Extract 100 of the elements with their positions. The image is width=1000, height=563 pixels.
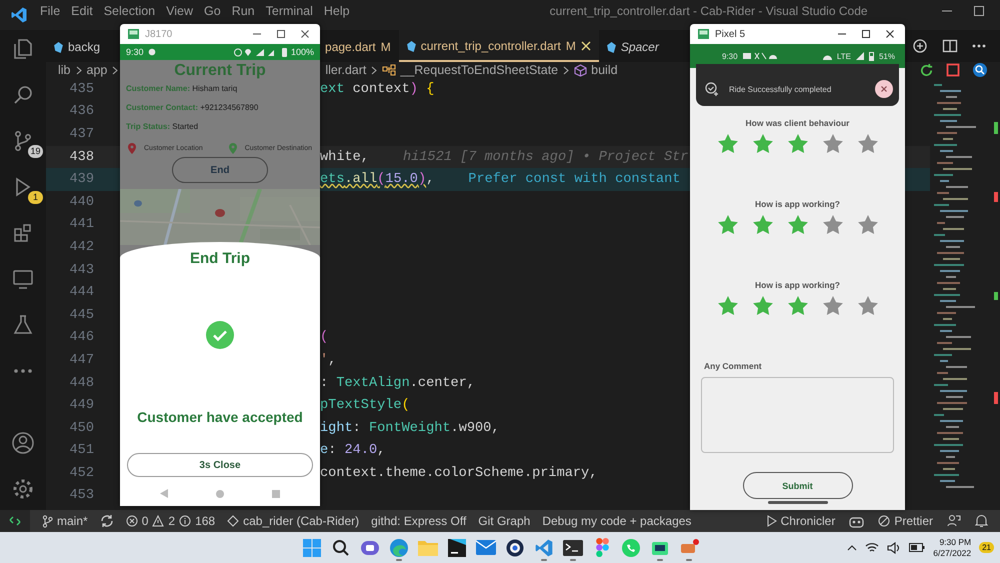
vscode-logo-icon[interactable] — [534, 538, 554, 558]
menu-item[interactable]: File — [40, 4, 60, 18]
menu-item[interactable]: Terminal — [266, 4, 313, 18]
dart-file-icon — [54, 42, 63, 52]
notification-count[interactable]: 21 — [979, 542, 994, 553]
close-button[interactable]: 3s Close — [127, 453, 313, 477]
volume-icon[interactable] — [887, 542, 902, 554]
star-icon[interactable] — [822, 296, 842, 315]
chevron-icon — [563, 66, 570, 74]
status-item[interactable]: Git Graph — [478, 514, 530, 528]
chevron-icon — [371, 66, 378, 74]
browser-icon[interactable] — [389, 538, 409, 558]
remote-button[interactable] — [0, 510, 30, 532]
comment-field[interactable] — [701, 377, 894, 453]
restart-icon[interactable] — [919, 62, 934, 78]
maximize-icon[interactable] — [276, 29, 286, 39]
stop-icon[interactable] — [946, 63, 960, 77]
search-icon[interactable] — [332, 538, 350, 556]
prettier-button[interactable]: Prettier — [878, 514, 933, 528]
star-icon[interactable] — [822, 134, 842, 153]
window-title: J8170 — [145, 28, 172, 40]
breadcrumb-item[interactable]: build — [574, 63, 618, 77]
menu-item[interactable]: Edit — [71, 4, 93, 18]
figma-icon[interactable] — [596, 538, 608, 557]
more-icon[interactable] — [13, 368, 33, 374]
problems-button[interactable]: 0 2 168 — [126, 514, 216, 528]
breadcrumb-item[interactable]: app — [86, 63, 108, 77]
submit-button[interactable]: Submit — [742, 472, 852, 499]
star-icon[interactable] — [788, 215, 808, 234]
device-button[interactable]: cab_rider (Cab-Rider) — [227, 514, 360, 528]
star-icon[interactable] — [788, 134, 808, 153]
clock[interactable]: 9:30 PM 6/27/2022 — [933, 536, 972, 558]
compare-icon[interactable] — [912, 38, 928, 54]
star-icon[interactable] — [858, 296, 878, 315]
editor-tab[interactable]: backg — [46, 30, 100, 62]
star-icon[interactable] — [752, 296, 772, 315]
star-icon[interactable] — [718, 215, 738, 234]
star-icon[interactable] — [788, 296, 808, 315]
tab-label: current_trip_controller.dart — [420, 39, 561, 53]
info-icon — [179, 515, 192, 527]
status-item[interactable]: githd: Express Off — [371, 514, 466, 528]
star-icon[interactable] — [822, 215, 842, 234]
line-number: 448 — [68, 376, 94, 391]
files-icon[interactable] — [11, 37, 35, 61]
breadcrumb-item[interactable]: __RequestToEndSheetState — [382, 63, 558, 77]
flask-icon[interactable] — [11, 313, 35, 337]
close-icon[interactable] — [875, 80, 893, 98]
star-icon[interactable] — [858, 215, 878, 234]
breadcrumb-item[interactable]: ller.dart — [325, 63, 366, 77]
line-number: 447 — [68, 352, 94, 368]
line-number: 452 — [68, 466, 94, 481]
split-editor-icon[interactable] — [942, 38, 958, 54]
chat-icon[interactable] — [360, 538, 380, 556]
copilot-icon[interactable] — [849, 514, 864, 528]
close-icon[interactable] — [885, 29, 895, 39]
star-icon[interactable] — [858, 134, 878, 153]
ide-icon[interactable] — [448, 538, 466, 556]
settings-icon[interactable] — [11, 477, 35, 501]
chevron-up-icon[interactable] — [847, 544, 858, 550]
mail-icon[interactable] — [476, 540, 496, 555]
chronicler-button[interactable]: Chronicler — [766, 514, 836, 528]
trip-detail: Customer Contact: +921234567890 — [125, 103, 260, 112]
line-number: 449 — [68, 398, 94, 414]
notification-text: Ride Successfully completed — [729, 84, 832, 94]
star-icon[interactable] — [752, 134, 772, 153]
account-icon[interactable] — [11, 431, 35, 455]
menu-item[interactable]: Go — [204, 4, 221, 18]
code-text: ', — [320, 352, 336, 368]
menu-item[interactable]: Selection — [104, 4, 156, 18]
battery-icon[interactable] — [909, 543, 926, 552]
wifi-icon[interactable] — [865, 542, 880, 553]
menu-item[interactable]: Run — [232, 4, 255, 18]
notification-card[interactable]: Ride Successfully completed — [696, 64, 899, 106]
feedback-icon[interactable] — [947, 514, 961, 528]
branch-button[interactable]: main* — [42, 514, 88, 528]
running-indicator — [686, 558, 692, 560]
star-icon[interactable] — [752, 215, 772, 234]
status-item[interactable]: Debug my code + packages — [542, 514, 692, 528]
globe-icon[interactable] — [506, 538, 524, 556]
device-icon — [227, 515, 240, 527]
line-number: 437 — [68, 126, 94, 142]
star-icon[interactable] — [718, 134, 738, 153]
check-circle-icon — [206, 321, 234, 349]
more-icon[interactable] — [972, 44, 986, 48]
line-number: 441 — [68, 217, 94, 232]
star-icon[interactable] — [718, 296, 738, 315]
bell-icon[interactable] — [975, 514, 988, 528]
code-text: e: 24.0, — [320, 443, 386, 458]
maximize-icon[interactable] — [974, 6, 984, 16]
menu-item[interactable]: View — [166, 4, 194, 18]
menu-item[interactable]: Help — [324, 4, 350, 18]
maximize-icon[interactable] — [861, 29, 871, 39]
breadcrumb-item[interactable]: lib — [58, 63, 71, 77]
close-icon[interactable] — [300, 29, 310, 39]
editor-tab[interactable]: current_trip_controller.dart M — [398, 30, 599, 62]
editor-tab[interactable]: page.dart M — [323, 30, 399, 62]
devtools-icon[interactable] — [972, 62, 988, 78]
editor-tab[interactable]: Spacer — [598, 30, 667, 62]
field-label: Any Comment — [704, 361, 762, 371]
terminal-icon[interactable] — [563, 540, 583, 556]
